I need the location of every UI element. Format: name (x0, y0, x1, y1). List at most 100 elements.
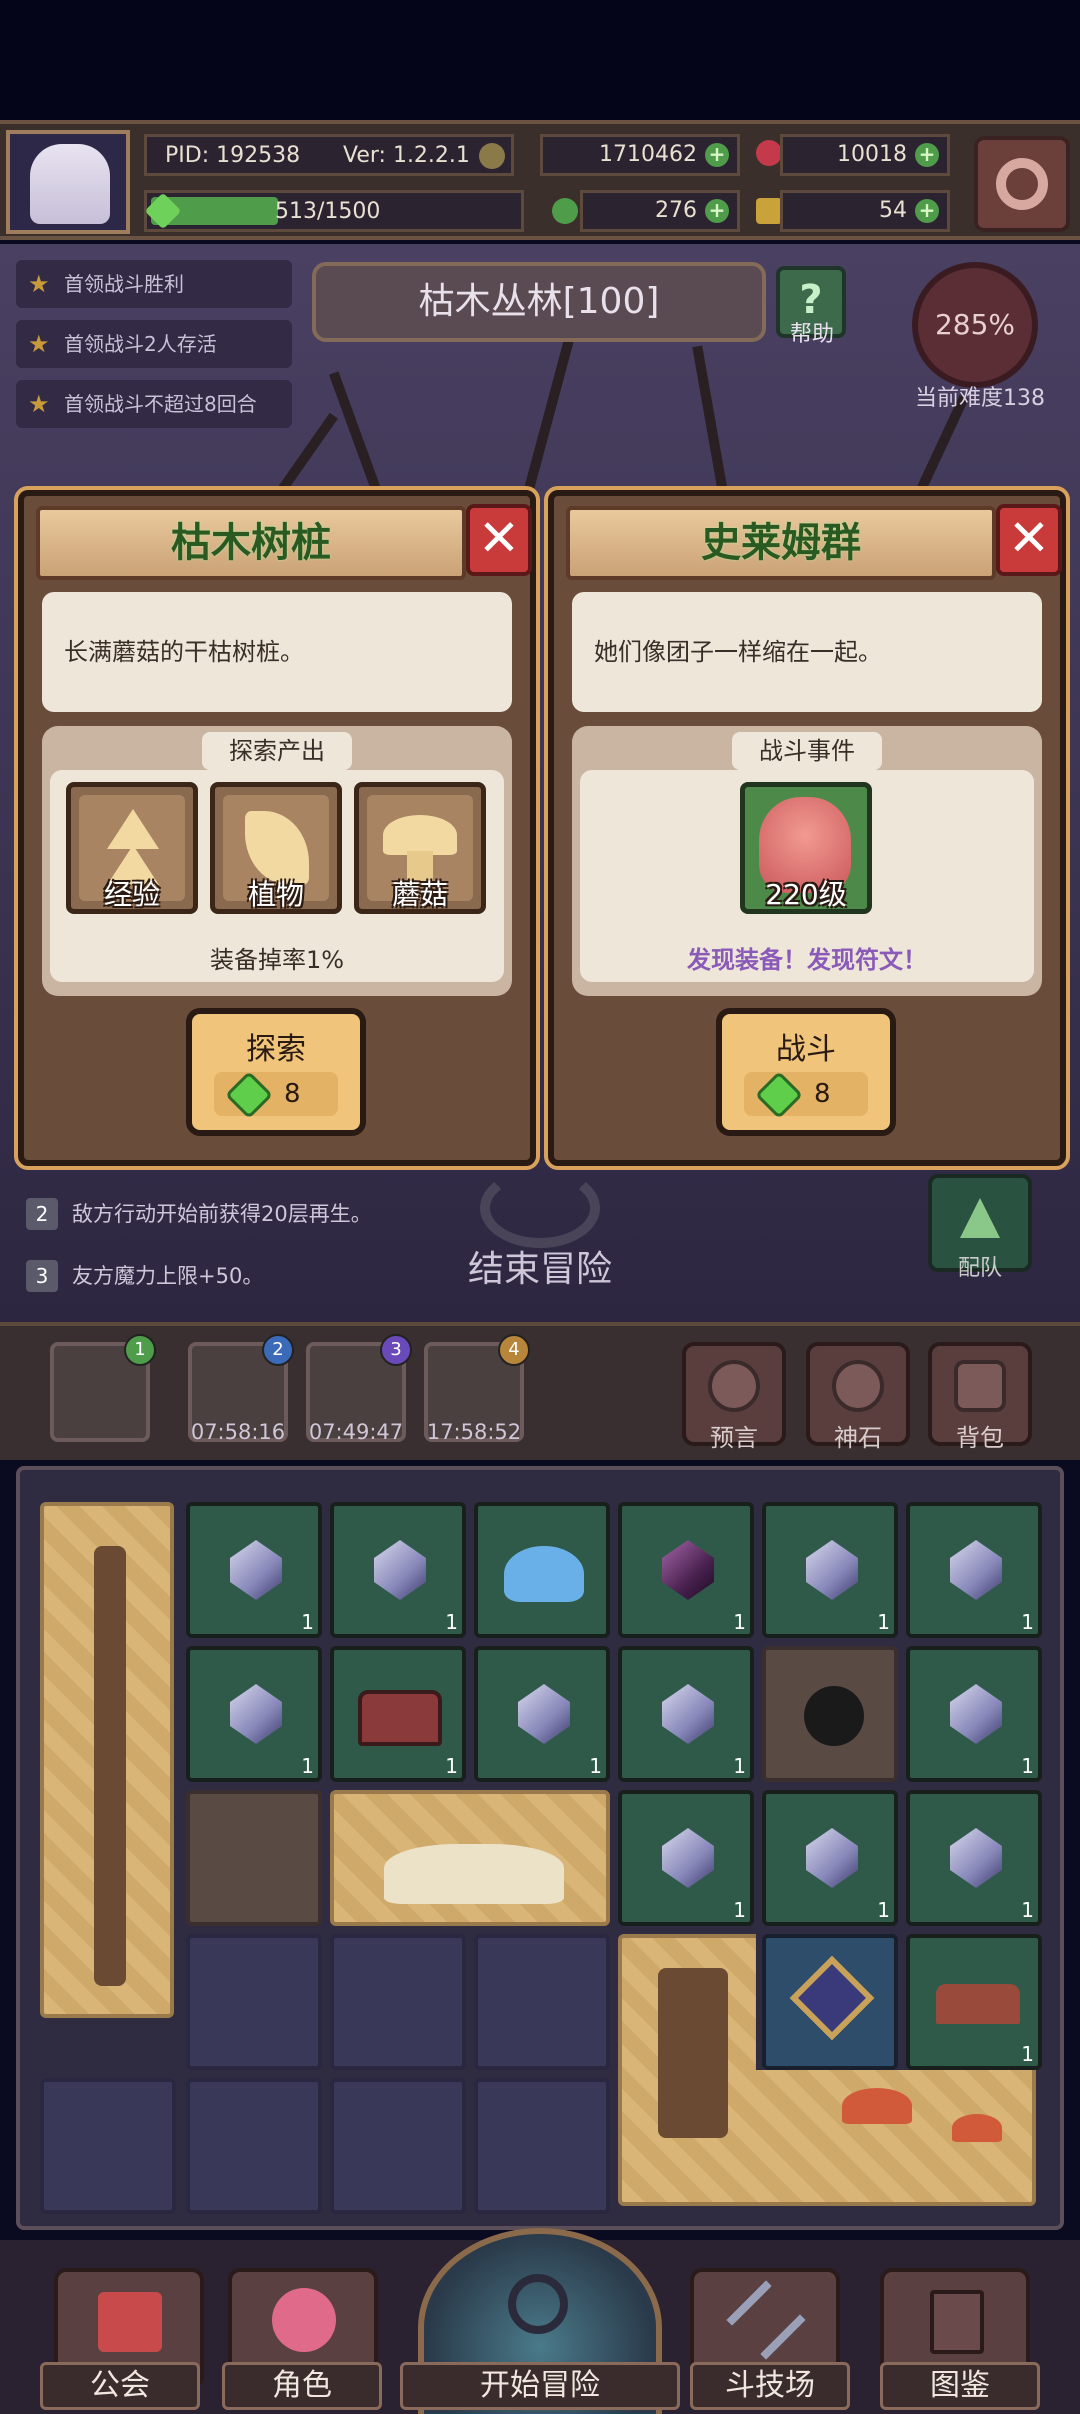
explore-output-section: 探索产出 经验 植物 蘑菇 装备掉率1% (42, 726, 512, 996)
inventory-slot[interactable]: 1 (186, 1646, 322, 1782)
settings-button[interactable] (974, 136, 1070, 232)
inventory-slot[interactable]: 1 (762, 1502, 898, 1638)
inventory-slot[interactable]: 1 (186, 1502, 322, 1638)
inventory-slot[interactable]: 1 (906, 1934, 1042, 2070)
clover-icon (552, 198, 578, 224)
rocks-icon (384, 1844, 564, 1904)
inventory-slot[interactable]: 1 (906, 1646, 1042, 1782)
rune-icon (789, 1955, 875, 2041)
explore-button[interactable]: 探索 8 (186, 1008, 366, 1136)
crystal-icon (950, 1540, 1002, 1600)
objective-label: 首领战斗2人存活 (64, 332, 217, 356)
item-qty: 1 (589, 1754, 602, 1778)
inventory-slot[interactable]: 1 (330, 1646, 466, 1782)
basket-icon (936, 1984, 1020, 2024)
crystal-icon (230, 1540, 282, 1600)
cost-value: 8 (284, 1079, 301, 1109)
gem-icon (754, 1070, 804, 1120)
inventory-slot[interactable] (186, 1934, 322, 2070)
item-qty: 1 (733, 1898, 746, 1922)
buff-number: 3 (26, 1260, 58, 1292)
inventory-slot[interactable]: 1 (618, 1502, 754, 1638)
star-icon: ★ (28, 390, 50, 418)
gem-icon (224, 1070, 274, 1120)
inventory-slot[interactable]: 1 (762, 1790, 898, 1926)
inventory-slot[interactable] (186, 1790, 322, 1926)
clover-field: 276 + (580, 190, 740, 232)
stamina-bar: 513/1500 (144, 190, 524, 232)
buff-text: 友方魔力上限+50。 (72, 1264, 264, 1288)
section-label: 探索产出 (202, 732, 352, 770)
crystal-icon (806, 1828, 858, 1888)
section-label: 战斗事件 (732, 732, 882, 770)
keys-amount: 54 (879, 198, 907, 223)
inventory-slot[interactable] (762, 1934, 898, 2070)
explore-cost: 8 (214, 1070, 338, 1120)
slot-badge: 1 (124, 1334, 156, 1366)
item-qty: 1 (877, 1610, 890, 1634)
spider-icon (804, 1686, 864, 1746)
gems-amount: 10018 (837, 142, 907, 167)
godstone-icon (832, 1360, 884, 1412)
party-slot[interactable]: 1 (50, 1334, 156, 1442)
inventory-slot[interactable] (474, 2078, 610, 2214)
backpack-label: 背包 (956, 1424, 1004, 1452)
buff-number: 2 (26, 1198, 58, 1230)
key-icon (756, 198, 782, 224)
close-button[interactable]: ✕ (996, 504, 1062, 576)
backpack-icon (954, 1360, 1006, 1412)
item-qty: 1 (301, 1610, 314, 1634)
crystal-icon (950, 1684, 1002, 1744)
keys-field: 54 + (780, 190, 950, 232)
nav-guild-label: 公会 (40, 2362, 200, 2410)
enemy-portrait[interactable]: 220级 (740, 782, 872, 914)
fight-cost: 8 (744, 1070, 868, 1120)
add-clover-icon[interactable]: + (705, 199, 729, 223)
reward-exp[interactable]: 经验 (66, 782, 198, 914)
inventory-slot[interactable] (330, 2078, 466, 2214)
inventory-slot[interactable] (474, 1934, 610, 2070)
inventory-slot[interactable]: 1 (474, 1646, 610, 1782)
fight-button[interactable]: 战斗 8 (716, 1008, 896, 1136)
inventory-slot[interactable] (186, 2078, 322, 2214)
close-button[interactable]: ✕ (466, 504, 532, 576)
item-qty: 1 (445, 1754, 458, 1778)
card-description: 长满蘑菇的干枯树桩。 (42, 592, 512, 712)
inventory-slot[interactable] (40, 2078, 176, 2214)
inventory-slot[interactable] (330, 1934, 466, 2070)
inventory-slot[interactable] (762, 1646, 898, 1782)
difficulty-label: 当前难度138 (915, 386, 1045, 411)
slot-timer: 07:49:47 (308, 1420, 404, 1444)
add-gold-icon[interactable]: + (705, 143, 729, 167)
return-arrow-icon (480, 1168, 600, 1248)
nav-character-label: 角色 (222, 2362, 382, 2410)
end-adventure-button[interactable]: 结束冒险 (450, 1240, 630, 1292)
reward-plant[interactable]: 植物 (210, 782, 342, 914)
inventory-slot[interactable]: 1 (330, 1502, 466, 1638)
item-qty: 1 (1021, 1754, 1034, 1778)
book-icon (930, 2290, 984, 2354)
rocks-tile[interactable] (330, 1790, 610, 1926)
add-keys-icon[interactable]: + (915, 199, 939, 223)
difficulty-dial[interactable]: 285% (912, 262, 1038, 388)
stamina-text: 513/1500 (275, 199, 381, 224)
explore-label: 探索 (246, 1032, 306, 1067)
arrow-shape (107, 809, 159, 849)
treasure-chest-icon (358, 1690, 442, 1746)
card-title-bar: 枯木树桩 (36, 506, 466, 580)
character-icon (272, 2288, 336, 2352)
inventory-slot[interactable]: 1 (906, 1790, 1042, 1926)
star-icon: ★ (28, 330, 50, 358)
reward-mushroom[interactable]: 蘑菇 (354, 782, 486, 914)
inventory-slot[interactable]: 1 (906, 1502, 1042, 1638)
prophecy-label: 预言 (710, 1424, 758, 1452)
player-avatar[interactable] (6, 130, 130, 234)
inventory-slot[interactable] (474, 1502, 610, 1638)
inventory-slot[interactable]: 1 (618, 1790, 754, 1926)
inventory-slot[interactable]: 1 (618, 1646, 754, 1782)
add-gems-icon[interactable]: + (915, 143, 939, 167)
item-qty: 1 (733, 1610, 746, 1634)
gems-field: 10018 + (780, 134, 950, 176)
mushroom-icon (952, 2114, 1002, 2142)
dead-tree-tile[interactable] (40, 1502, 174, 2018)
